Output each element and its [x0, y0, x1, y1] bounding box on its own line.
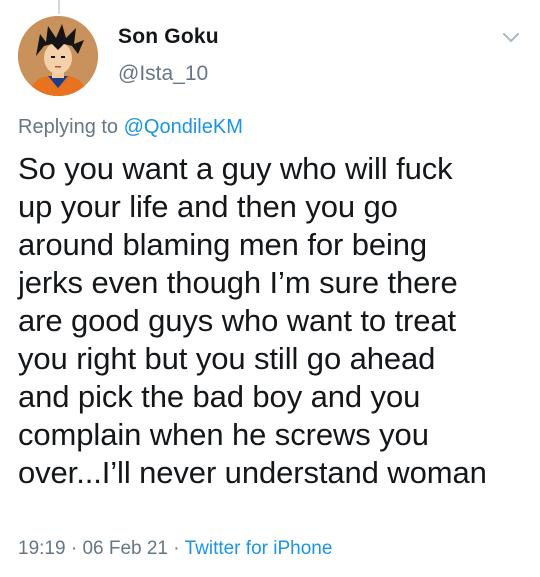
tweet-text: So you want a guy who will fuck up your …	[18, 151, 487, 490]
tweet-time[interactable]: 19:19	[18, 538, 66, 559]
tweet-card: Son Goku @Ista_10 Replying to @QondileKM…	[0, 0, 540, 577]
reply-mention-link[interactable]: @QondileKM	[124, 116, 243, 138]
chevron-down-icon[interactable]	[500, 26, 522, 48]
tweet-metadata: 19:19 · 06 Feb 21 · Twitter for iPhone	[18, 538, 332, 560]
replying-to-label: Replying to	[18, 116, 124, 138]
meta-separator: ·	[65, 538, 83, 559]
thread-connector-line	[58, 0, 60, 14]
tweet-source-link[interactable]: Twitter for iPhone	[185, 538, 333, 559]
meta-separator: ·	[168, 538, 185, 559]
goku-avatar-icon	[18, 16, 98, 96]
avatar[interactable]	[18, 16, 98, 96]
author-handle[interactable]: @Ista_10	[118, 62, 208, 86]
tweet-date[interactable]: 06 Feb 21	[82, 538, 168, 559]
author-name[interactable]: Son Goku	[118, 25, 219, 49]
replying-to-line: Replying to @QondileKM	[18, 116, 243, 139]
